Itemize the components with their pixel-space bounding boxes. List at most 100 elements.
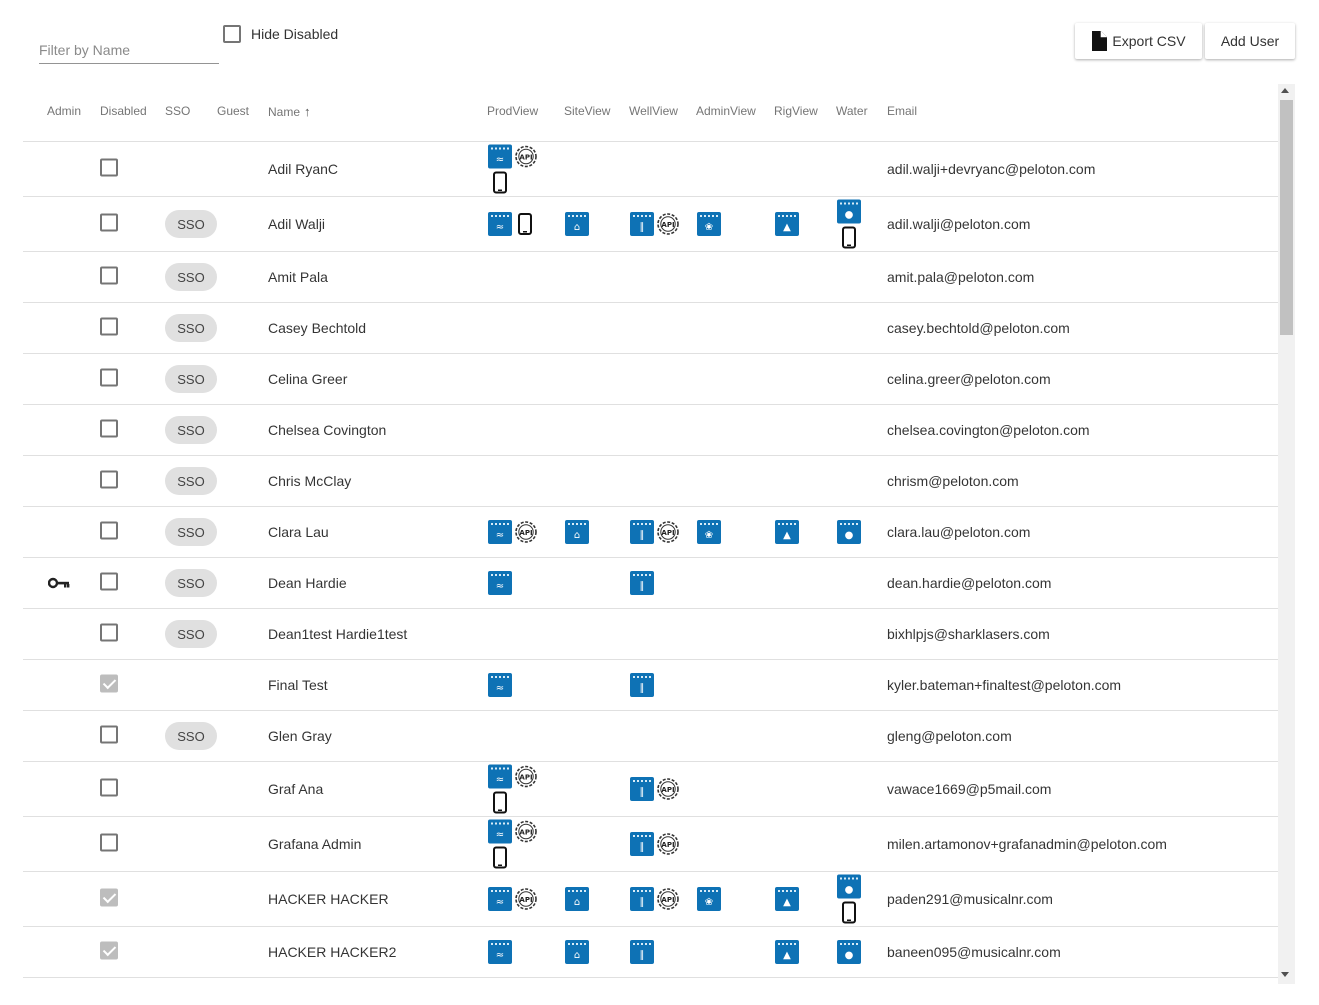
- table-row[interactable]: SSO Amit Pala amit.pala@peloton.com: [23, 252, 1278, 303]
- hide-disabled-checkbox[interactable]: [223, 25, 241, 43]
- disabled-checkbox[interactable]: [100, 623, 118, 645]
- user-email: chelsea.covington@peloton.com: [887, 422, 1090, 438]
- siteview-apps: ⌂: [565, 212, 595, 236]
- table-row[interactable]: SSO Clara Lau ≈ API ⌂ ∥ API ❀ ▲ ● clara.lau@peloto…: [23, 507, 1278, 558]
- user-name[interactable]: Final Test: [268, 677, 328, 693]
- wellview-apps: ∥ API: [630, 777, 690, 801]
- table-row[interactable]: SSO Adil Walji ≈ ⌂ ∥ API ❀ ▲ ● adil.walji@peloton…: [23, 197, 1278, 252]
- wellview-apps: ∥: [630, 940, 690, 964]
- user-name[interactable]: HACKER HACKER2: [268, 944, 396, 960]
- disabled-checkbox[interactable]: [100, 888, 118, 910]
- disabled-checkbox[interactable]: [100, 470, 118, 492]
- col-adminview[interactable]: AdminView: [696, 104, 756, 118]
- table-row[interactable]: HACKER HACKER2 ≈ ⌂ ∥ ▲ ● baneen095@musicalnr.c…: [23, 927, 1278, 978]
- adminview-apps: ❀: [697, 520, 727, 544]
- user-name[interactable]: HACKER HACKER: [268, 891, 389, 907]
- filter-by-name-field[interactable]: [39, 30, 219, 64]
- col-guest[interactable]: Guest: [217, 104, 249, 118]
- scroll-down-arrow-icon[interactable]: [1281, 972, 1289, 977]
- mobile-phone-icon: [493, 791, 507, 814]
- table-row[interactable]: Grafana Admin ≈ API ∥ API milen.artamonov+gra…: [23, 817, 1278, 872]
- api-gear-icon: API: [657, 778, 679, 800]
- disabled-checkbox[interactable]: [100, 778, 118, 800]
- disabled-checkbox[interactable]: [100, 158, 118, 180]
- table-row[interactable]: Graf Ana ≈ API ∥ API vawace1669@p5mail.com: [23, 762, 1278, 817]
- svg-text:API: API: [519, 154, 532, 162]
- api-gear-icon: API: [515, 820, 537, 843]
- prodview-app-icon: ≈: [488, 144, 512, 169]
- col-email[interactable]: Email: [887, 104, 917, 118]
- table-header: Admin Disabled SSO Guest Name ↑ ProdView …: [23, 84, 1278, 142]
- api-gear-icon: API: [657, 213, 679, 235]
- siteview-app-icon: ⌂: [565, 887, 589, 911]
- col-water[interactable]: Water: [836, 104, 868, 118]
- disabled-checkbox[interactable]: [100, 725, 118, 747]
- table-row[interactable]: SSO Chris McClay chrism@peloton.com: [23, 456, 1278, 507]
- table-row[interactable]: SSO Dean Hardie ≈ ∥ dean.hardie@peloton.com: [23, 558, 1278, 609]
- table-row[interactable]: Final Test ≈ ∥ kyler.bateman+finaltest@pelo…: [23, 660, 1278, 711]
- api-gear-icon: API: [515, 521, 537, 543]
- rigview-app-icon: ▲: [775, 887, 799, 911]
- col-name-label: Name: [268, 105, 301, 119]
- table-row[interactable]: Adil RyanC ≈ API adil.walji+devryanc@peloto…: [23, 142, 1278, 197]
- col-prodview[interactable]: ProdView: [487, 104, 538, 118]
- scroll-up-arrow-icon[interactable]: [1281, 88, 1289, 93]
- col-disabled[interactable]: Disabled: [100, 104, 147, 118]
- disabled-checkbox[interactable]: [100, 368, 118, 390]
- hide-disabled-toggle[interactable]: Hide Disabled: [223, 25, 338, 43]
- scrollbar-thumb[interactable]: [1280, 100, 1293, 335]
- user-name[interactable]: Grafana Admin: [268, 836, 361, 852]
- adminview-app-icon: ❀: [697, 887, 721, 911]
- mobile-phone-icon: [842, 901, 856, 924]
- col-rigview[interactable]: RigView: [774, 104, 818, 118]
- table-row[interactable]: SSO Celina Greer celina.greer@peloton.com: [23, 354, 1278, 405]
- col-admin[interactable]: Admin: [47, 104, 81, 118]
- table-row[interactable]: SSO Dean1test Hardie1test bixhlpjs@sharkla…: [23, 609, 1278, 660]
- api-gear-icon: API: [657, 521, 679, 543]
- disabled-checkbox[interactable]: [100, 833, 118, 855]
- user-name[interactable]: Chris McClay: [268, 473, 351, 489]
- col-siteview[interactable]: SiteView: [564, 104, 610, 118]
- disabled-checkbox[interactable]: [100, 674, 118, 696]
- disabled-checkbox[interactable]: [100, 213, 118, 235]
- disabled-checkbox[interactable]: [100, 521, 118, 543]
- disabled-checkbox[interactable]: [100, 419, 118, 441]
- prodview-apps: ≈ API: [488, 764, 548, 814]
- user-name[interactable]: Dean Hardie: [268, 575, 347, 591]
- user-name[interactable]: Dean1test Hardie1test: [268, 626, 407, 642]
- user-name[interactable]: Clara Lau: [268, 524, 329, 540]
- user-name[interactable]: Graf Ana: [268, 781, 323, 797]
- file-icon: [1092, 31, 1108, 51]
- user-name[interactable]: Chelsea Covington: [268, 422, 386, 438]
- user-name[interactable]: Celina Greer: [268, 371, 347, 387]
- siteview-app-icon: ⌂: [565, 940, 589, 964]
- col-name[interactable]: Name ↑: [268, 104, 311, 119]
- export-csv-button[interactable]: Export CSV: [1075, 23, 1202, 59]
- user-name[interactable]: Adil Walji: [268, 216, 325, 232]
- user-name[interactable]: Casey Bechtold: [268, 320, 366, 336]
- table-row[interactable]: SSO Chelsea Covington chelsea.covington@pe…: [23, 405, 1278, 456]
- prodview-app-icon: ≈: [488, 673, 512, 697]
- prodview-app-icon: ≈: [488, 520, 512, 544]
- user-name[interactable]: Adil RyanC: [268, 161, 338, 177]
- filter-by-name-input[interactable]: [39, 38, 217, 62]
- waterview-app-icon: ●: [837, 520, 861, 544]
- hide-disabled-label: Hide Disabled: [251, 26, 339, 42]
- table-row[interactable]: HACKER HACKER ≈ API ⌂ ∥ API ❀ ▲ ● paden291@musica…: [23, 872, 1278, 927]
- col-wellview[interactable]: WellView: [629, 104, 678, 118]
- disabled-checkbox[interactable]: [100, 266, 118, 288]
- user-name[interactable]: Glen Gray: [268, 728, 332, 744]
- prodview-apps: ≈ API: [488, 144, 548, 194]
- disabled-checkbox[interactable]: [100, 572, 118, 594]
- table-row[interactable]: SSO Glen Gray gleng@peloton.com: [23, 711, 1278, 762]
- wellview-app-icon: ∥: [630, 571, 654, 595]
- table-row[interactable]: SSO Casey Bechtold casey.bechtold@peloton.…: [23, 303, 1278, 354]
- user-name[interactable]: Amit Pala: [268, 269, 328, 285]
- add-user-button[interactable]: Add User: [1205, 23, 1295, 59]
- siteview-apps: ⌂: [565, 887, 595, 911]
- disabled-checkbox[interactable]: [100, 941, 118, 963]
- col-sso[interactable]: SSO: [165, 104, 190, 118]
- siteview-apps: ⌂: [565, 940, 595, 964]
- prodview-app-icon: ≈: [488, 212, 512, 236]
- disabled-checkbox[interactable]: [100, 317, 118, 339]
